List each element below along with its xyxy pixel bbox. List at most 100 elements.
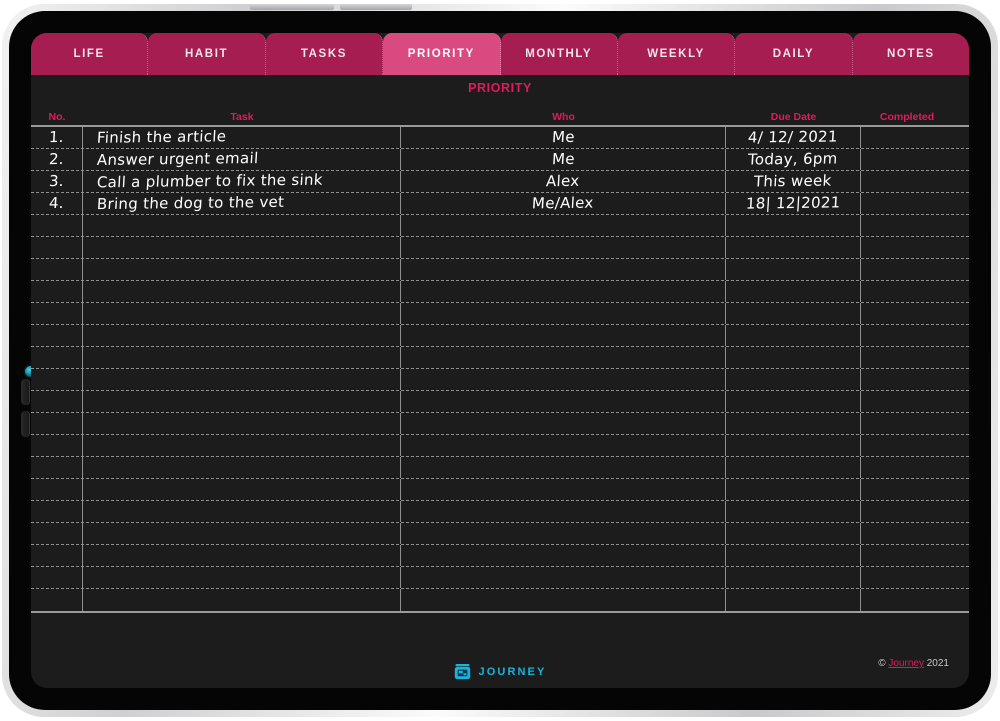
table-row[interactable] xyxy=(31,391,969,413)
cell-completed[interactable] xyxy=(861,567,953,588)
tab-notes[interactable]: NOTES xyxy=(852,33,969,75)
cell-no[interactable] xyxy=(31,567,83,588)
cell-due[interactable] xyxy=(726,545,861,566)
cell-task[interactable] xyxy=(83,303,401,324)
table-row[interactable]: 4. Bring the dog to the vet Me/Alex 18| 12|… xyxy=(31,193,969,215)
cell-who[interactable] xyxy=(401,457,726,478)
cell-due[interactable] xyxy=(726,215,861,236)
cell-who[interactable] xyxy=(401,259,726,280)
cell-due[interactable]: 18| 12|2021 xyxy=(726,193,861,214)
cell-due[interactable] xyxy=(726,281,861,302)
table-row[interactable]: 2. Answer urgent email Me Today, 6pm xyxy=(31,149,969,171)
cell-due[interactable] xyxy=(726,589,861,611)
cell-who[interactable]: Me xyxy=(401,127,726,148)
cell-task[interactable] xyxy=(83,215,401,236)
cell-who[interactable] xyxy=(401,501,726,522)
cell-due[interactable]: 4/ 12/ 2021 xyxy=(726,127,861,148)
cell-due[interactable] xyxy=(726,259,861,280)
table-row[interactable] xyxy=(31,523,969,545)
cell-due[interactable] xyxy=(726,479,861,500)
table-row[interactable] xyxy=(31,325,969,347)
cell-who[interactable]: Me/Alex xyxy=(401,193,726,214)
cell-completed[interactable] xyxy=(861,523,953,544)
tab-life[interactable]: LIFE xyxy=(31,33,149,75)
table-row[interactable] xyxy=(31,237,969,259)
tab-priority[interactable]: PRIORITY xyxy=(383,33,501,75)
cell-who[interactable] xyxy=(401,215,726,236)
cell-who[interactable] xyxy=(401,281,726,302)
cell-due[interactable] xyxy=(726,347,861,368)
cell-completed[interactable] xyxy=(861,215,953,236)
cell-task[interactable] xyxy=(83,479,401,500)
cell-completed[interactable] xyxy=(861,303,953,324)
cell-no[interactable] xyxy=(31,479,83,500)
cell-due[interactable] xyxy=(726,501,861,522)
power-button[interactable] xyxy=(250,4,334,10)
cell-due[interactable] xyxy=(726,523,861,544)
cell-task[interactable] xyxy=(83,501,401,522)
table-row[interactable] xyxy=(31,501,969,523)
cell-completed[interactable] xyxy=(861,589,953,611)
cell-due[interactable] xyxy=(726,435,861,456)
cell-task[interactable]: Bring the dog to the vet xyxy=(83,193,401,214)
cell-no[interactable] xyxy=(31,435,83,456)
cell-task[interactable] xyxy=(83,259,401,280)
tab-daily[interactable]: DAILY xyxy=(735,33,853,75)
cell-due[interactable] xyxy=(726,325,861,346)
table-row[interactable] xyxy=(31,369,969,391)
cell-completed[interactable] xyxy=(861,281,953,302)
table-row[interactable] xyxy=(31,303,969,325)
cell-no[interactable] xyxy=(31,259,83,280)
cell-no[interactable] xyxy=(31,413,83,434)
table-row[interactable]: 3. Call a plumber to fix the sink Alex This… xyxy=(31,171,969,193)
cell-due[interactable]: This week xyxy=(726,171,861,192)
cell-task[interactable] xyxy=(83,237,401,258)
cell-completed[interactable] xyxy=(861,325,953,346)
cell-completed[interactable] xyxy=(861,369,953,390)
cell-completed[interactable] xyxy=(861,259,953,280)
cell-task[interactable] xyxy=(83,545,401,566)
cell-task[interactable]: Call a plumber to fix the sink xyxy=(83,171,401,192)
cell-due[interactable] xyxy=(726,237,861,258)
cell-task[interactable]: Finish the article xyxy=(83,127,401,148)
cell-due[interactable] xyxy=(726,567,861,588)
cell-who[interactable] xyxy=(401,479,726,500)
cell-task[interactable] xyxy=(83,413,401,434)
cell-no[interactable]: 2. xyxy=(31,149,83,170)
cell-who[interactable]: Alex xyxy=(401,171,726,192)
cell-who[interactable] xyxy=(401,567,726,588)
cell-due[interactable] xyxy=(726,303,861,324)
cell-due[interactable] xyxy=(726,391,861,412)
cell-no[interactable]: 1. xyxy=(31,127,83,148)
table-row[interactable] xyxy=(31,479,969,501)
cell-who[interactable] xyxy=(401,369,726,390)
cell-task[interactable] xyxy=(83,391,401,412)
cell-who[interactable] xyxy=(401,325,726,346)
tab-tasks[interactable]: TASKS xyxy=(265,33,384,75)
cell-completed[interactable] xyxy=(861,127,953,148)
cell-no[interactable] xyxy=(31,237,83,258)
cell-task[interactable] xyxy=(83,369,401,390)
cell-who[interactable] xyxy=(401,237,726,258)
cell-no[interactable] xyxy=(31,347,83,368)
table-row[interactable] xyxy=(31,457,969,479)
cell-no[interactable]: 4. xyxy=(31,193,83,214)
cell-who[interactable] xyxy=(401,589,726,611)
cell-who[interactable] xyxy=(401,303,726,324)
cell-completed[interactable] xyxy=(861,391,953,412)
cell-task[interactable] xyxy=(83,567,401,588)
cell-no[interactable] xyxy=(31,589,83,611)
cell-completed[interactable] xyxy=(861,171,953,192)
table-row[interactable] xyxy=(31,259,969,281)
cell-task[interactable] xyxy=(83,457,401,478)
cell-due[interactable] xyxy=(726,413,861,434)
cell-completed[interactable] xyxy=(861,413,953,434)
cell-who[interactable] xyxy=(401,413,726,434)
tab-habit[interactable]: HABIT xyxy=(148,33,266,75)
cell-who[interactable] xyxy=(401,435,726,456)
cell-no[interactable] xyxy=(31,501,83,522)
cell-task[interactable] xyxy=(83,523,401,544)
cell-no[interactable]: 3. xyxy=(31,171,83,192)
table-row[interactable] xyxy=(31,215,969,237)
cell-no[interactable] xyxy=(31,545,83,566)
